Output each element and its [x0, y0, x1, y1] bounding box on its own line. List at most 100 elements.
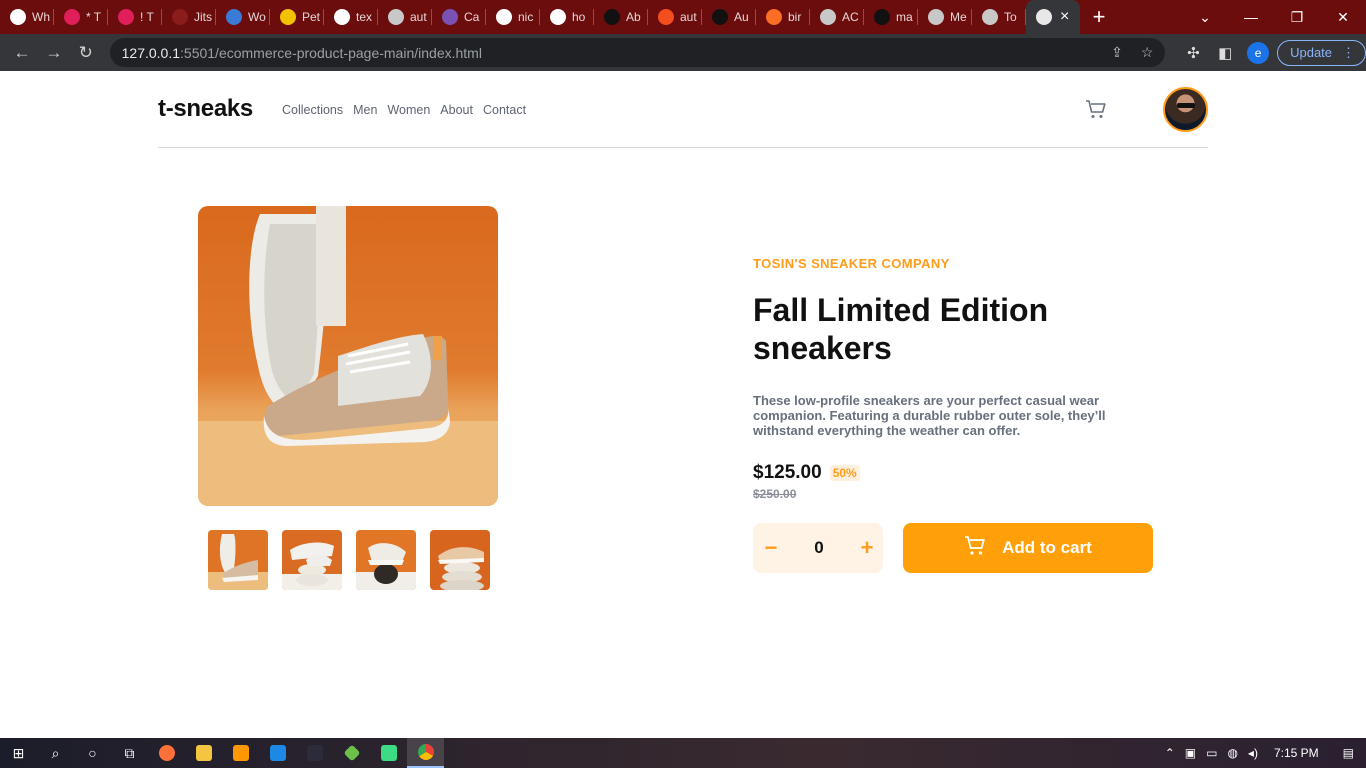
- file-explorer-icon[interactable]: [185, 738, 222, 768]
- volume-icon[interactable]: ◂): [1248, 746, 1258, 760]
- thumbnail-4[interactable]: [430, 530, 490, 590]
- nav-link-about[interactable]: About: [440, 103, 473, 117]
- profile-avatar[interactable]: e: [1247, 41, 1270, 64]
- decrease-quantity-button[interactable]: −: [763, 537, 779, 559]
- slack-icon: [118, 9, 134, 25]
- tab-label: Jits: [194, 10, 212, 24]
- product-main-image[interactable]: [198, 206, 498, 506]
- tab-label: To: [1004, 10, 1017, 24]
- system-clock[interactable]: 7:15 PM: [1274, 746, 1319, 760]
- reload-button[interactable]: ↻: [70, 37, 102, 69]
- browser-tab[interactable]: To: [972, 0, 1026, 34]
- share-icon[interactable]: ⇪: [1111, 44, 1123, 61]
- os-taskbar: ⊞ ⌕ ○ ⧉ ⌃ ▣ ▭ ◍ ◂) 7:15 PM ▤: [0, 738, 1366, 768]
- site-logo[interactable]: t-sneaks: [158, 95, 253, 123]
- tab-label: * T: [86, 10, 102, 24]
- tab-label: aut: [680, 10, 697, 24]
- tab-label: ma: [896, 10, 913, 24]
- android-studio-icon[interactable]: [370, 738, 407, 768]
- firefox-icon[interactable]: [148, 738, 185, 768]
- link-icon: [226, 9, 242, 25]
- tab-label: bir: [788, 10, 802, 24]
- google-icon: [496, 9, 512, 25]
- app-21-icon[interactable]: [296, 738, 333, 768]
- close-icon[interactable]: ×: [1060, 8, 1069, 26]
- restore-button[interactable]: ❐: [1274, 0, 1320, 34]
- browser-tab[interactable]: aut: [378, 0, 432, 34]
- browser-tab[interactable]: Jits: [162, 0, 216, 34]
- close-window-button[interactable]: ✕: [1320, 0, 1366, 34]
- chevron-up-icon[interactable]: ⌃: [1165, 746, 1175, 760]
- browser-tab[interactable]: Wo: [216, 0, 270, 34]
- browser-tab[interactable]: Wh: [0, 0, 54, 34]
- forward-button[interactable]: →: [38, 37, 70, 69]
- sublime-icon[interactable]: [222, 738, 259, 768]
- battery-icon[interactable]: ▭: [1206, 746, 1217, 760]
- tab-label: nic: [518, 10, 534, 24]
- browser-tab[interactable]: bir: [756, 0, 810, 34]
- tab-label: Au: [734, 10, 749, 24]
- address-bar[interactable]: i 127.0.0.1:5501/ecommerce-product-page-…: [109, 38, 1166, 233]
- side-panel-icon[interactable]: ◧: [1209, 37, 1241, 69]
- tab-label: Ab: [626, 10, 641, 24]
- browser-tab[interactable]: Ca: [432, 0, 486, 34]
- company-name: TOSIN'S SNEAKER COMPANY: [753, 256, 950, 271]
- page: t-sneaks Collections Men Women About Contact: [0, 71, 1366, 738]
- loading-icon: [1036, 9, 1052, 25]
- user-avatar[interactable]: [1163, 86, 1208, 132]
- browser-tab[interactable]: Me: [918, 0, 972, 34]
- quantity-value: 0: [814, 538, 824, 557]
- google-icon: [550, 9, 566, 25]
- browser-tab[interactable]: Pet: [270, 0, 324, 34]
- network-globe-icon[interactable]: ◍: [1227, 746, 1237, 760]
- update-button[interactable]: Update ⋮: [1277, 39, 1366, 66]
- notifications-icon[interactable]: ▤: [1343, 746, 1354, 760]
- browser-tab[interactable]: tex: [324, 0, 378, 34]
- browser-tab[interactable]: nic: [486, 0, 540, 34]
- task-view-icon[interactable]: ⧉: [111, 738, 148, 768]
- figma-icon: [658, 9, 674, 25]
- vscode-icon[interactable]: [259, 738, 296, 768]
- tab-label: AC: [842, 10, 859, 24]
- price-row: $125.00 50%: [753, 462, 1153, 484]
- tab-label: Ca: [464, 10, 480, 24]
- main-nav: Collections Men Women About Contact: [282, 103, 526, 117]
- windows-start-icon[interactable]: ⊞: [0, 738, 37, 768]
- increase-quantity-button[interactable]: +: [859, 537, 875, 559]
- cortana-icon[interactable]: ○: [74, 738, 111, 768]
- browser-tab[interactable]: ho: [540, 0, 594, 34]
- tab-search-icon[interactable]: ⌄: [1182, 0, 1228, 34]
- browser-tab[interactable]: * T: [54, 0, 108, 34]
- update-label: Update: [1290, 45, 1333, 60]
- new-tab-button[interactable]: +: [1080, 0, 1118, 34]
- ab-icon: [604, 9, 620, 25]
- browser-tab[interactable]: Au: [702, 0, 756, 34]
- nav-link-women[interactable]: Women: [387, 103, 430, 117]
- nav-link-men[interactable]: Men: [353, 103, 377, 117]
- git-icon[interactable]: [333, 738, 370, 768]
- nav-link-contact[interactable]: Contact: [483, 103, 526, 117]
- cart-icon[interactable]: [1084, 97, 1108, 121]
- extensions-icon[interactable]: ✣: [1177, 37, 1209, 69]
- thumbnail-2[interactable]: [282, 530, 342, 590]
- tab-active[interactable]: ×: [1026, 0, 1080, 34]
- search-icon[interactable]: ⌕: [37, 738, 74, 768]
- minimize-button[interactable]: —: [1228, 0, 1274, 34]
- chrome-taskbar-icon[interactable]: [407, 738, 444, 768]
- browser-tab[interactable]: AC: [810, 0, 864, 34]
- thumbnail-3[interactable]: [356, 530, 416, 590]
- quantity-stepper: − 0 +: [753, 523, 883, 573]
- nav-link-collections[interactable]: Collections: [282, 103, 343, 117]
- browser-tab[interactable]: ma: [864, 0, 918, 34]
- meet-now-icon[interactable]: ▣: [1185, 746, 1196, 760]
- tab-label: Wo: [248, 10, 266, 24]
- bookmark-star-icon[interactable]: ☆: [1141, 44, 1154, 61]
- browser-tab[interactable]: Ab: [594, 0, 648, 34]
- browser-tab[interactable]: ! T: [108, 0, 162, 34]
- product-title: Fall Limited Edition sneakers: [753, 292, 1049, 366]
- purchase-actions: − 0 + Add to cart: [753, 523, 1153, 573]
- back-button[interactable]: ←: [6, 37, 38, 69]
- browser-tab[interactable]: aut: [648, 0, 702, 34]
- add-to-cart-button[interactable]: Add to cart: [903, 523, 1153, 573]
- thumbnail-1[interactable]: [208, 530, 268, 590]
